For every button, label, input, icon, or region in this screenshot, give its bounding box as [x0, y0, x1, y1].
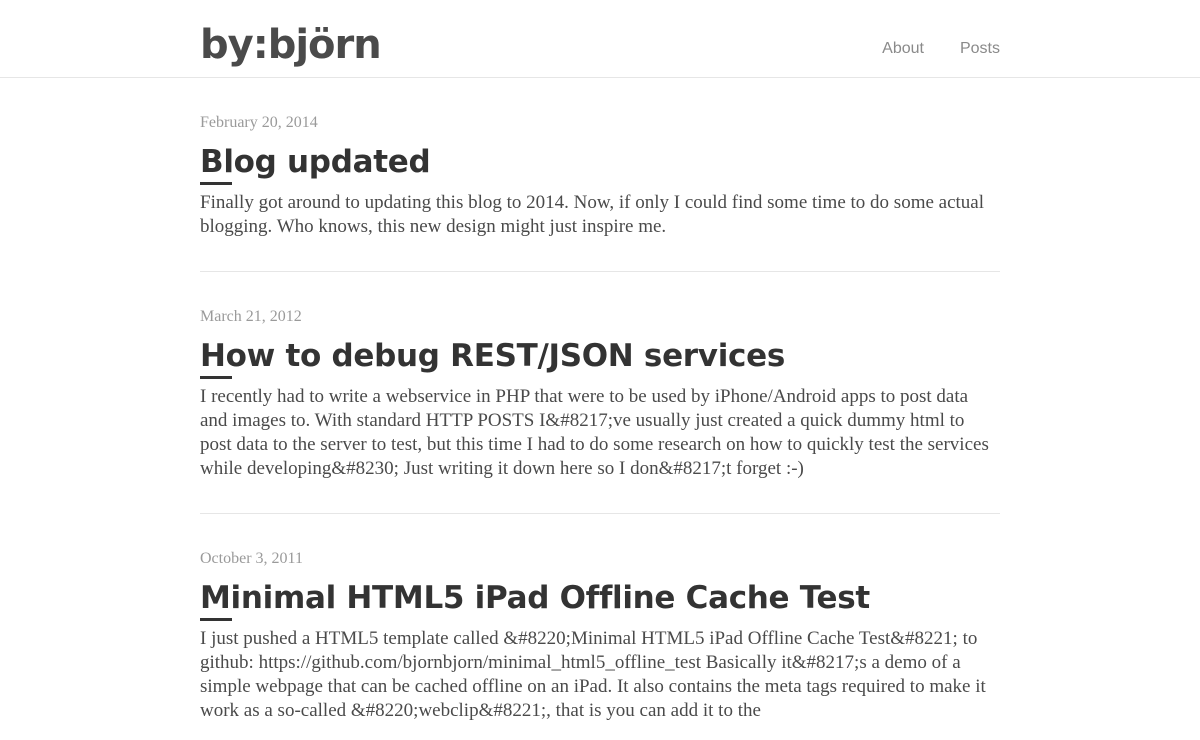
- post-excerpt: Finally got around to updating this blog…: [200, 192, 985, 237]
- post-date: February 20, 2014: [200, 114, 318, 131]
- post-item: March 21, 2012 How to debug REST/JSON se…: [200, 272, 1000, 514]
- post-date: October 3, 2011: [200, 550, 303, 567]
- post-item: February 20, 2014 Blog updated Finally g…: [200, 78, 1000, 272]
- title-underline: [200, 376, 232, 379]
- site-logo[interactable]: by:björn: [200, 18, 382, 72]
- nav-link-posts[interactable]: Posts: [960, 40, 1000, 58]
- post-title-link[interactable]: Minimal HTML5 iPad Offline Cache Test: [200, 578, 870, 618]
- post-title-link[interactable]: How to debug REST/JSON services: [200, 336, 785, 376]
- post-excerpt: I recently had to write a webservice in …: [200, 386, 989, 479]
- nav-link-about[interactable]: About: [882, 40, 924, 58]
- main-nav: About Posts: [882, 40, 1000, 58]
- title-underline: [200, 182, 232, 185]
- post-list: February 20, 2014 Blog updated Finally g…: [200, 78, 1000, 740]
- post-title-link[interactable]: Blog updated: [200, 142, 431, 182]
- header-inner: by:björn About Posts: [200, 0, 1000, 78]
- post-date: March 21, 2012: [200, 308, 302, 325]
- post-item: October 3, 2011 Minimal HTML5 iPad Offli…: [200, 514, 1000, 740]
- title-underline: [200, 618, 232, 621]
- post-excerpt: I just pushed a HTML5 template called &#…: [200, 628, 986, 721]
- site-header: by:björn About Posts: [0, 0, 1200, 78]
